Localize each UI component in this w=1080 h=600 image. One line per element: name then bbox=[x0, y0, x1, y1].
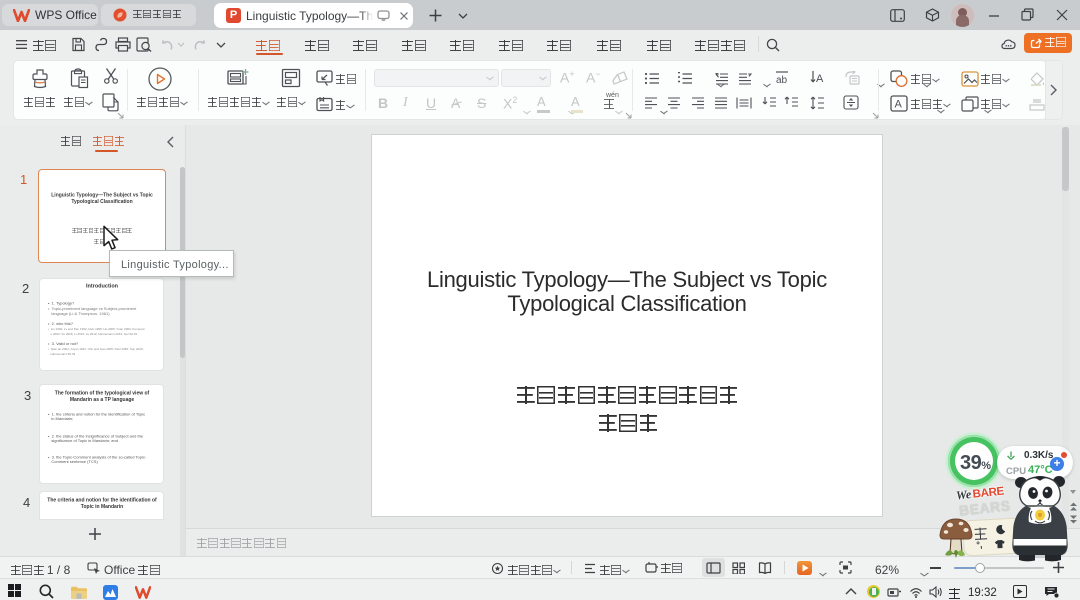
svg-text:A: A bbox=[895, 99, 903, 111]
svg-text:ab: ab bbox=[776, 75, 788, 85]
svg-text:A: A bbox=[816, 73, 824, 85]
